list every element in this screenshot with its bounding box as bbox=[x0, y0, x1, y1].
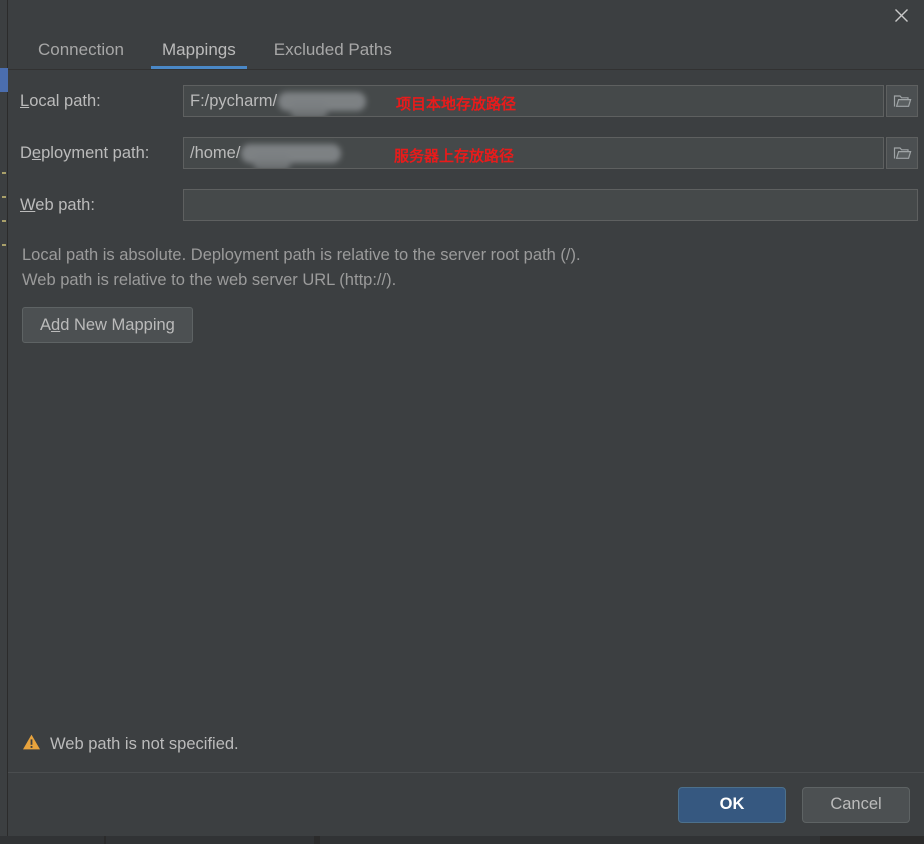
deployment-path-label: Deployment path: bbox=[20, 143, 150, 162]
tab-connection[interactable]: Connection bbox=[19, 31, 143, 69]
local-path-value: F:/pycharm/ bbox=[190, 91, 278, 110]
desktop-bottom-strip bbox=[0, 836, 924, 844]
cancel-button[interactable]: Cancel bbox=[802, 786, 910, 823]
hint-line-1: Local path is absolute. Deployment path … bbox=[22, 246, 581, 264]
strip-segment bbox=[320, 836, 820, 844]
background-tick bbox=[2, 196, 6, 198]
strip-segment bbox=[0, 836, 104, 844]
redacted-deployment-path bbox=[241, 143, 342, 168]
hint-line-2: Web path is relative to the web server U… bbox=[22, 271, 397, 289]
background-tick bbox=[2, 172, 6, 174]
tab-excluded-paths[interactable]: Excluded Paths bbox=[255, 31, 411, 69]
validation-warning: Web path is not specified. bbox=[22, 733, 239, 756]
tab-mappings[interactable]: Mappings bbox=[143, 31, 255, 69]
close-icon[interactable] bbox=[878, 0, 924, 31]
redacted-local-path bbox=[278, 91, 367, 116]
deployment-path-annotation: 服务器上存放路径 bbox=[394, 148, 515, 165]
background-tick bbox=[2, 244, 6, 246]
warning-message: Web path is not specified. bbox=[50, 735, 239, 753]
background-window-sliver bbox=[0, 0, 8, 844]
deployment-path-row: Deployment path: /home/ 服务器上存放路径 bbox=[20, 137, 918, 169]
deployment-path-input[interactable]: /home/ 服务器上存放路径 bbox=[183, 137, 884, 169]
local-path-annotation: 项目本地存放路径 bbox=[396, 96, 517, 113]
web-path-label: Web path: bbox=[20, 195, 95, 214]
mapping-hint-text: Local path is absolute. Deployment path … bbox=[22, 243, 762, 293]
dialog-body: Local path: F:/pycharm/ 项目本地存放路径 Deploym… bbox=[8, 70, 924, 772]
web-path-row: Web path: bbox=[20, 189, 918, 221]
warning-triangle-icon bbox=[22, 733, 41, 756]
background-selected-row bbox=[0, 68, 8, 92]
folder-icon[interactable] bbox=[886, 85, 918, 117]
web-path-input[interactable] bbox=[183, 189, 918, 221]
deployment-mappings-dialog: Connection Mappings Excluded Paths Local… bbox=[8, 0, 924, 836]
local-path-row: Local path: F:/pycharm/ 项目本地存放路径 bbox=[20, 85, 918, 117]
add-new-mapping-button[interactable]: Add New Mapping bbox=[22, 307, 193, 343]
background-tick bbox=[2, 220, 6, 222]
tab-bar: Connection Mappings Excluded Paths bbox=[8, 31, 924, 70]
folder-icon[interactable] bbox=[886, 137, 918, 169]
dialog-button-bar: OK Cancel bbox=[8, 772, 924, 836]
deployment-path-value: /home/ bbox=[190, 143, 241, 162]
ok-button[interactable]: OK bbox=[678, 786, 786, 823]
strip-segment bbox=[106, 836, 314, 844]
local-path-label: Local path: bbox=[20, 91, 101, 110]
local-path-input[interactable]: F:/pycharm/ 项目本地存放路径 bbox=[183, 85, 884, 117]
dialog-titlebar bbox=[8, 0, 924, 31]
